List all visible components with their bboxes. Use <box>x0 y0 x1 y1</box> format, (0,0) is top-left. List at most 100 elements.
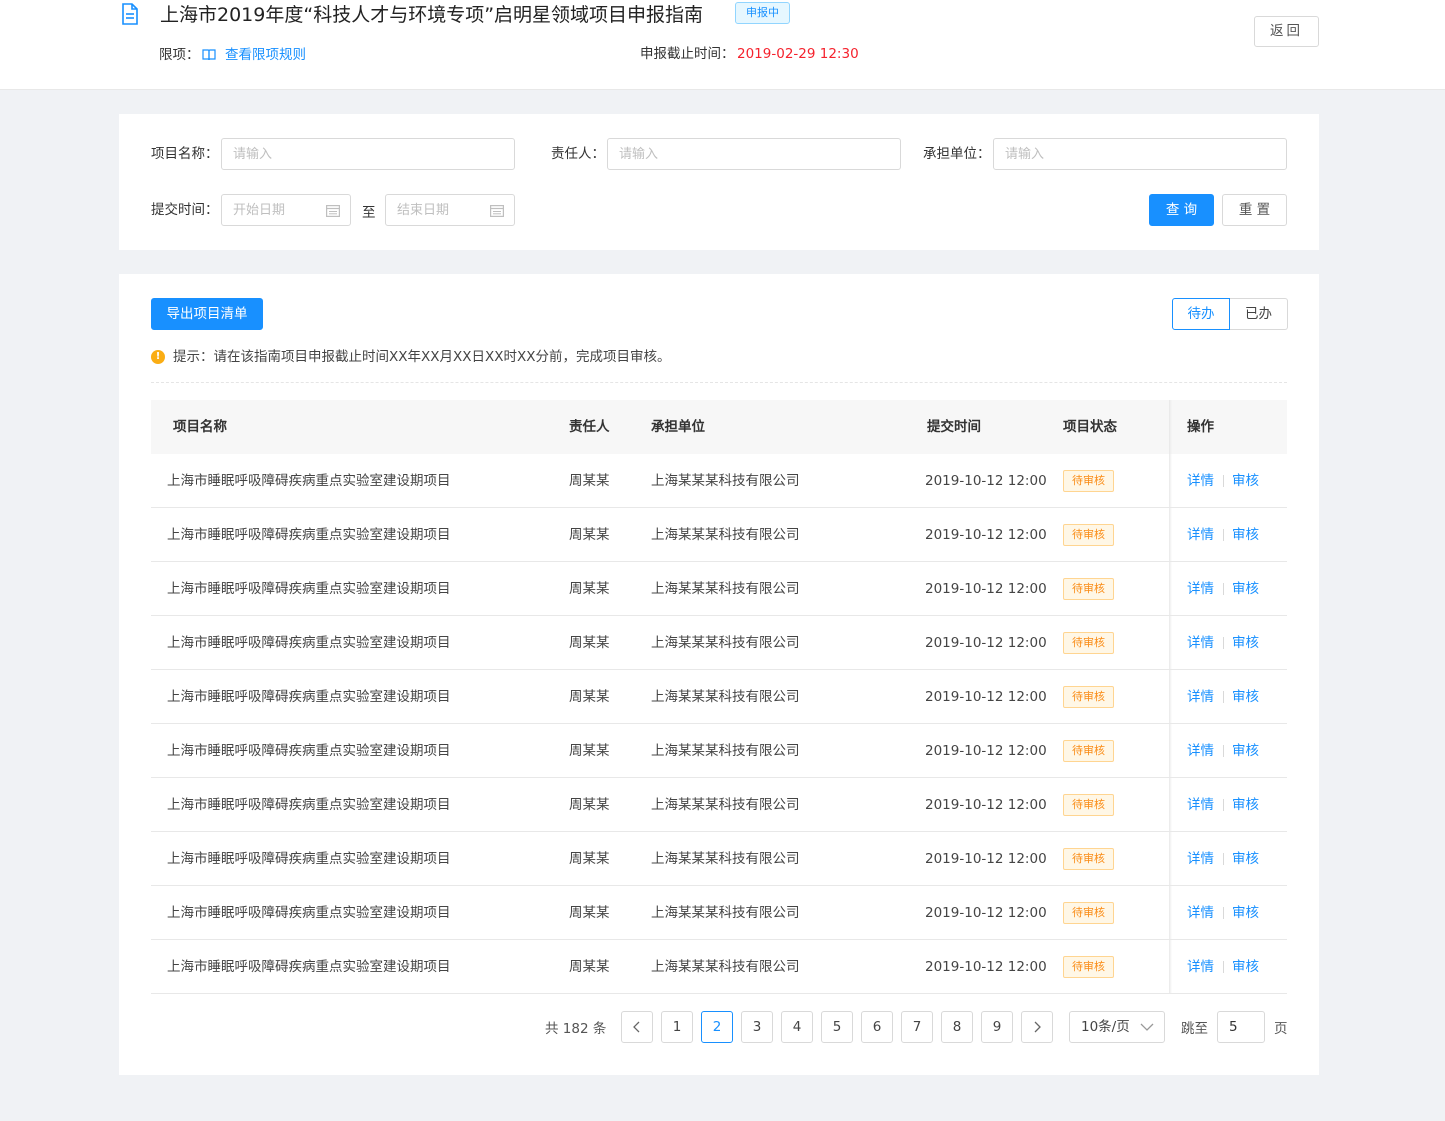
cell-unit: 上海某某某科技有限公司 <box>651 689 800 705</box>
cell-submit-time: 2019-10-12 12:00 <box>925 797 1047 813</box>
action-separator <box>1223 961 1224 973</box>
limit-rules-link[interactable]: 查看限项规则 <box>225 46 306 64</box>
status-badge: 待审核 <box>1063 686 1114 708</box>
page-size-select[interactable]: 10条/页 <box>1069 1011 1165 1043</box>
cell-unit: 上海某某某科技有限公司 <box>651 527 800 543</box>
page-button-5[interactable]: 5 <box>821 1011 853 1043</box>
status-badge: 待审核 <box>1063 578 1114 600</box>
review-link[interactable]: 审核 <box>1232 454 1259 508</box>
action-separator <box>1223 583 1224 595</box>
review-link[interactable]: 审核 <box>1232 562 1259 616</box>
cell-unit: 上海某某某科技有限公司 <box>651 581 800 597</box>
cell-project-name: 上海市睡眠呼吸障碍疾病重点实验室建设期项目 <box>167 581 451 597</box>
table-row: 上海市睡眠呼吸障碍疾病重点实验室建设期项目 周某某 上海某某某科技有限公司 2019-… <box>151 670 1287 724</box>
todo-done-toggle: 待办 已办 <box>1172 298 1288 330</box>
page-button-6[interactable]: 6 <box>861 1011 893 1043</box>
detail-link[interactable]: 详情 <box>1187 832 1214 886</box>
page-button-2[interactable]: 2 <box>701 1011 733 1043</box>
detail-link[interactable]: 详情 <box>1187 454 1214 508</box>
cell-unit: 上海某某某科技有限公司 <box>651 473 800 489</box>
page-size-value: 10条/页 <box>1081 1019 1130 1035</box>
next-page-button[interactable] <box>1021 1011 1053 1043</box>
review-link[interactable]: 审核 <box>1232 778 1259 832</box>
cell-unit: 上海某某某科技有限公司 <box>651 635 800 651</box>
chevron-right-icon <box>1034 1021 1041 1033</box>
detail-link[interactable]: 详情 <box>1187 940 1214 994</box>
status-badge: 待审核 <box>1063 848 1114 870</box>
cell-owner: 周某某 <box>569 959 610 975</box>
page-button-8[interactable]: 8 <box>941 1011 973 1043</box>
review-link[interactable]: 审核 <box>1232 724 1259 778</box>
start-date-input[interactable] <box>222 195 322 225</box>
page-unit-label: 页 <box>1274 1021 1288 1037</box>
page-button-9[interactable]: 9 <box>981 1011 1013 1043</box>
end-date-picker[interactable] <box>385 194 515 226</box>
cell-unit: 上海某某某科技有限公司 <box>651 851 800 867</box>
cell-unit: 上海某某某科技有限公司 <box>651 797 800 813</box>
status-badge: 待审核 <box>1063 524 1114 546</box>
page-button-4[interactable]: 4 <box>781 1011 813 1043</box>
cell-owner: 周某某 <box>569 905 610 921</box>
cell-submit-time: 2019-10-12 12:00 <box>925 635 1047 651</box>
action-separator <box>1223 745 1224 757</box>
jump-page-input[interactable] <box>1217 1011 1265 1043</box>
cell-submit-time: 2019-10-12 12:00 <box>925 905 1047 921</box>
detail-link[interactable]: 详情 <box>1187 670 1214 724</box>
detail-link[interactable]: 详情 <box>1187 778 1214 832</box>
tab-todo[interactable]: 待办 <box>1172 298 1230 330</box>
review-link[interactable]: 审核 <box>1232 670 1259 724</box>
table-header: 项目名称 责任人 承担单位 提交时间 项目状态 操作 <box>151 400 1287 454</box>
action-separator <box>1223 799 1224 811</box>
review-link[interactable]: 审核 <box>1232 940 1259 994</box>
owner-input[interactable] <box>607 138 901 170</box>
calendar-icon <box>326 205 340 217</box>
action-separator <box>1223 907 1224 919</box>
unit-input[interactable] <box>993 138 1287 170</box>
review-link[interactable]: 审核 <box>1232 616 1259 670</box>
project-name-input[interactable] <box>221 138 515 170</box>
table-row: 上海市睡眠呼吸障碍疾病重点实验室建设期项目 周某某 上海某某某科技有限公司 2019-… <box>151 454 1287 508</box>
review-link[interactable]: 审核 <box>1232 832 1259 886</box>
cell-project-name: 上海市睡眠呼吸障碍疾病重点实验室建设期项目 <box>167 851 451 867</box>
table-row: 上海市睡眠呼吸障碍疾病重点实验室建设期项目 周某某 上海某某某科技有限公司 2019-… <box>151 886 1287 940</box>
status-badge: 待审核 <box>1063 956 1114 978</box>
cell-submit-time: 2019-10-12 12:00 <box>925 473 1047 489</box>
cell-submit-time: 2019-10-12 12:00 <box>925 581 1047 597</box>
prev-page-button[interactable] <box>621 1011 653 1043</box>
review-link[interactable]: 审核 <box>1232 508 1259 562</box>
cell-submit-time: 2019-10-12 12:00 <box>925 959 1047 975</box>
table-row: 上海市睡眠呼吸障碍疾病重点实验室建设期项目 周某某 上海某某某科技有限公司 2019-… <box>151 940 1287 994</box>
column-header-actions: 操作 <box>1187 419 1214 435</box>
reset-button[interactable]: 重 置 <box>1222 194 1287 226</box>
back-button[interactable]: 返回 <box>1254 16 1319 47</box>
cell-project-name: 上海市睡眠呼吸障碍疾病重点实验室建设期项目 <box>167 473 451 489</box>
start-date-picker[interactable] <box>221 194 351 226</box>
page-button-3[interactable]: 3 <box>741 1011 773 1043</box>
tab-done[interactable]: 已办 <box>1230 298 1288 330</box>
query-button[interactable]: 查 询 <box>1149 194 1214 226</box>
column-header-unit: 承担单位 <box>651 419 705 435</box>
end-date-input[interactable] <box>386 195 486 225</box>
detail-link[interactable]: 详情 <box>1187 508 1214 562</box>
action-separator <box>1223 853 1224 865</box>
export-button[interactable]: 导出项目清单 <box>151 298 263 330</box>
detail-link[interactable]: 详情 <box>1187 886 1214 940</box>
page-button-1[interactable]: 1 <box>661 1011 693 1043</box>
cell-owner: 周某某 <box>569 689 610 705</box>
cell-project-name: 上海市睡眠呼吸障碍疾病重点实验室建设期项目 <box>167 689 451 705</box>
detail-link[interactable]: 详情 <box>1187 562 1214 616</box>
table-row: 上海市睡眠呼吸障碍疾病重点实验室建设期项目 周某某 上海某某某科技有限公司 2019-… <box>151 562 1287 616</box>
tip-text: 提示：请在该指南项目申报截止时间XX年XX月XX日XX时XX分前，完成项目审核。 <box>173 349 671 365</box>
detail-link[interactable]: 详情 <box>1187 724 1214 778</box>
deadline-label: 申报截止时间： <box>640 46 735 62</box>
pagination-total: 共 182 条 <box>545 1021 607 1037</box>
cell-submit-time: 2019-10-12 12:00 <box>925 743 1047 759</box>
limit-label: 限项： <box>159 47 200 63</box>
page-button-7[interactable]: 7 <box>901 1011 933 1043</box>
review-link[interactable]: 审核 <box>1232 886 1259 940</box>
project-table: 项目名称 责任人 承担单位 提交时间 项目状态 操作 上海市睡眠呼吸障碍疾病重点… <box>151 400 1287 994</box>
chevron-left-icon <box>633 1021 640 1033</box>
detail-link[interactable]: 详情 <box>1187 616 1214 670</box>
action-separator <box>1223 529 1224 541</box>
table-row: 上海市睡眠呼吸障碍疾病重点实验室建设期项目 周某某 上海某某某科技有限公司 2019-… <box>151 508 1287 562</box>
